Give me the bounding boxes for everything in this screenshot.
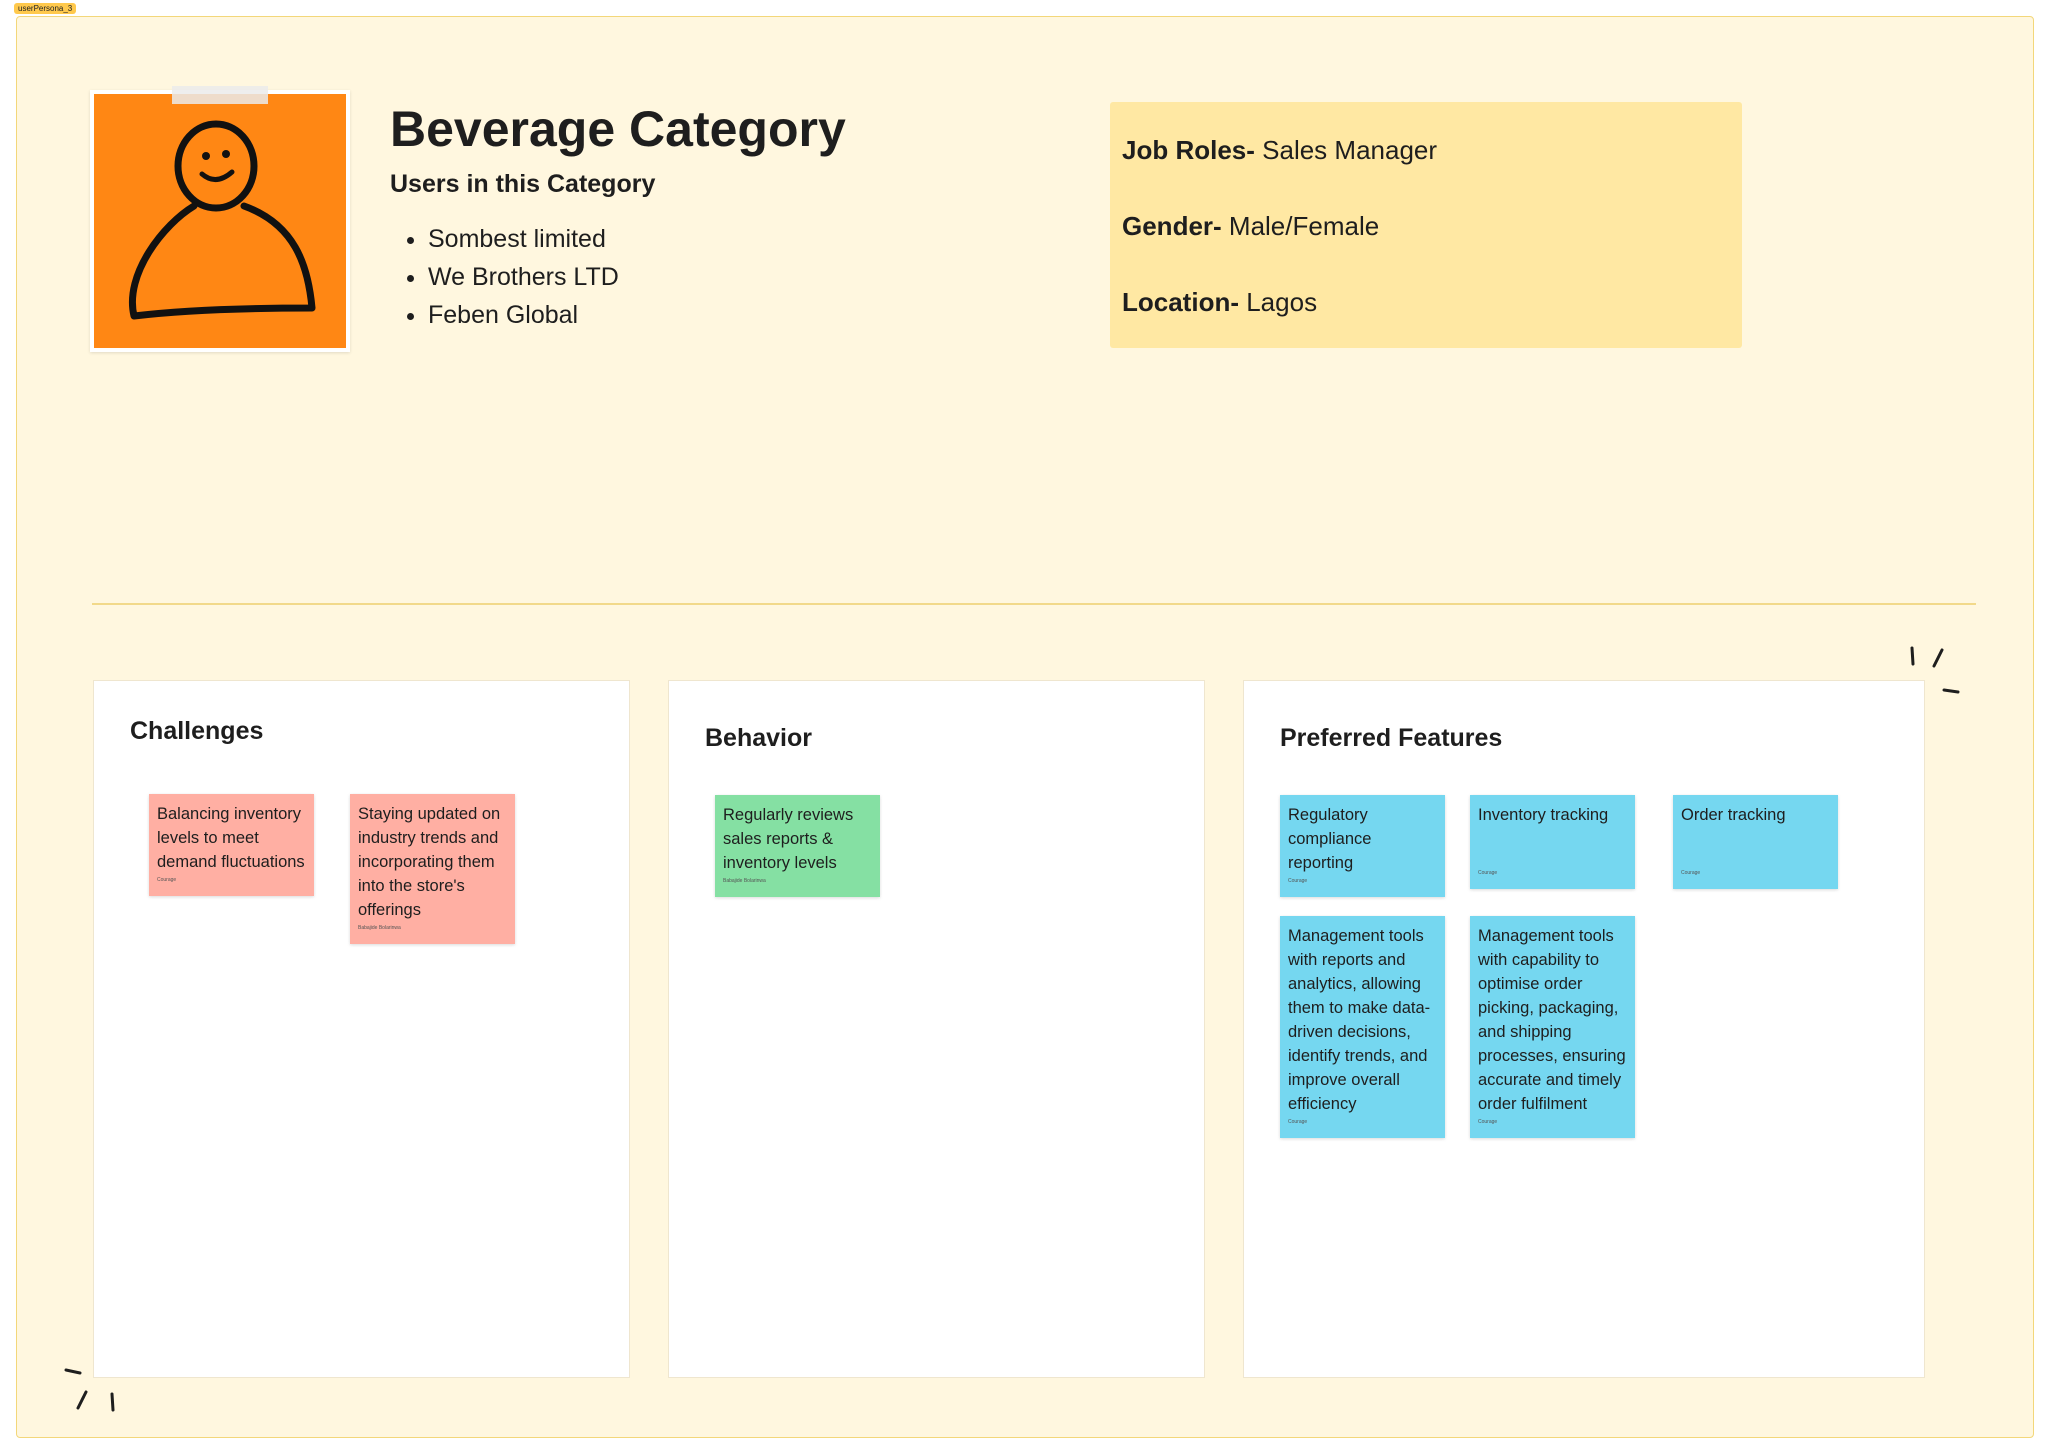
sticky-note[interactable]: Management tools with reports and analyt… [1280, 916, 1445, 1138]
sticky-note-text: Staying updated on industry trends and i… [358, 805, 501, 919]
sticky-note-author: Courage [1681, 870, 1701, 876]
challenges-panel[interactable]: Challenges Balancing inventory levels to… [93, 680, 630, 1378]
gender-label: Gender- [1122, 211, 1222, 241]
sticky-note-text: Management tools with reports and analyt… [1288, 927, 1431, 1113]
sticky-note-text: Balancing inventory levels to meet deman… [157, 805, 305, 871]
location-value: Lagos [1239, 287, 1318, 317]
sticky-note-text: Inventory tracking [1478, 806, 1609, 824]
avatar-background [94, 94, 346, 348]
page-title: Beverage Category [390, 101, 846, 157]
avatar[interactable] [90, 86, 350, 352]
users-list: Sombest limited We Brothers LTD Feben Gl… [390, 220, 619, 334]
gender-value: Male/Female [1221, 211, 1380, 241]
job-roles-value: Sales Manager [1254, 135, 1438, 165]
challenges-title: Challenges [130, 717, 264, 745]
person-doodle-icon [129, 120, 316, 320]
sticky-note[interactable]: Order tracking Courage [1673, 795, 1838, 889]
sticky-note-text: Management tools with capability to opti… [1478, 927, 1626, 1113]
behavior-panel[interactable]: Behavior Regularly reviews sales reports… [668, 680, 1205, 1378]
sticky-note[interactable]: Balancing inventory levels to meet deman… [149, 794, 314, 896]
gender-row: Gender- Male/Female [1122, 206, 1730, 282]
behavior-title: Behavior [705, 724, 812, 752]
job-roles-label: Job Roles- [1122, 135, 1255, 165]
sticky-note-text: Order tracking [1681, 806, 1786, 824]
sticky-note-author: Babajide Bolarinwa [358, 925, 401, 931]
sticky-note-text: Regularly reviews sales reports & invent… [723, 806, 854, 872]
preferred-features-title: Preferred Features [1280, 724, 1503, 752]
persona-info-box[interactable]: Job Roles- Sales Manager Gender- Male/Fe… [1110, 102, 1742, 348]
sticky-note[interactable]: Regulatory compliance reporting Courage [1280, 795, 1445, 897]
sticky-note-author: Babajide Bolarinwa [723, 878, 766, 884]
frame-label[interactable]: userPersona_3 [14, 3, 77, 14]
sticky-note-text: Regulatory compliance reporting [1288, 806, 1372, 872]
sticky-note[interactable]: Staying updated on industry trends and i… [350, 794, 515, 944]
sticky-note-author: Courage [1478, 1119, 1498, 1125]
tape-strip [172, 86, 268, 104]
sparkle-doodle-icon [1910, 646, 1960, 694]
location-label: Location- [1122, 287, 1239, 317]
sticky-note[interactable]: Inventory tracking Courage [1470, 795, 1635, 889]
sticky-note-author: Courage [157, 877, 177, 883]
preferred-features-panel[interactable]: Preferred Features Regulatory compliance… [1243, 680, 1925, 1378]
sticky-note-author: Courage [1478, 870, 1498, 876]
sticky-note-author: Courage [1288, 878, 1308, 884]
job-roles-row: Job Roles- Sales Manager [1122, 130, 1730, 206]
sticky-note-author: Courage [1288, 1119, 1308, 1125]
sticky-note[interactable]: Regularly reviews sales reports & invent… [715, 795, 880, 897]
sparkle-doodle-icon [64, 1368, 115, 1412]
sticky-note[interactable]: Management tools with capability to opti… [1470, 916, 1635, 1138]
users-subtitle: Users in this Category [390, 170, 656, 198]
list-item: Feben Global [428, 296, 619, 334]
list-item: Sombest limited [428, 220, 619, 258]
location-row: Location- Lagos [1122, 282, 1730, 358]
list-item: We Brothers LTD [428, 258, 619, 296]
section-divider [92, 603, 1976, 605]
